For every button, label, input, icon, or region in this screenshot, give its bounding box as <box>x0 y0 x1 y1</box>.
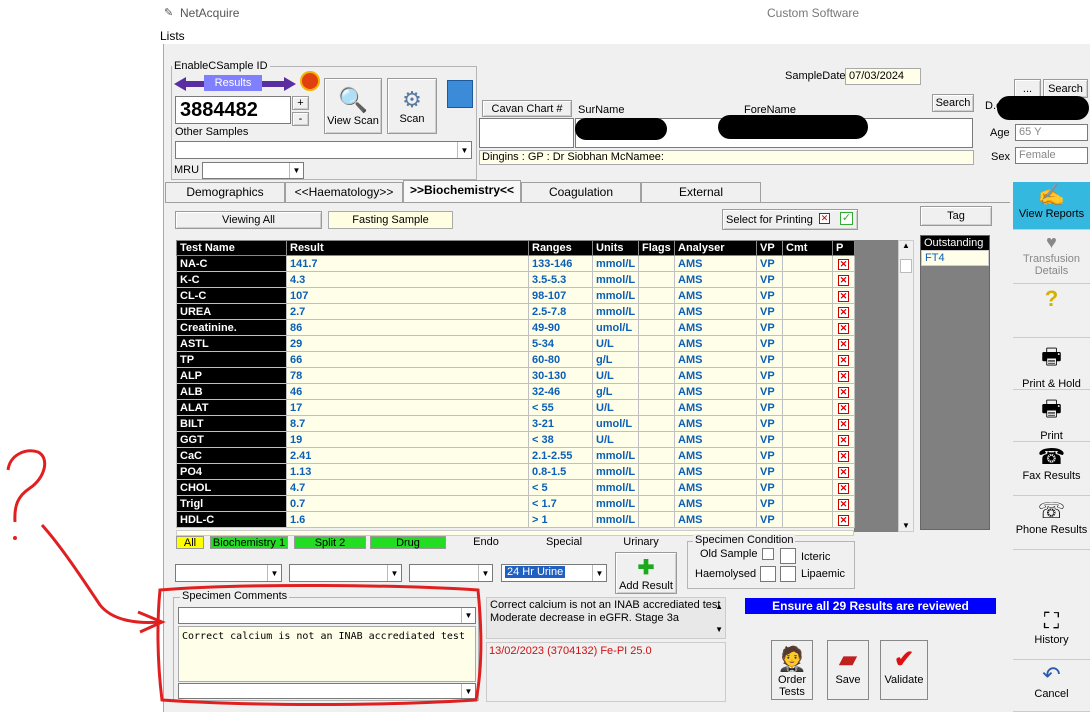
annotation-overlay <box>6 449 483 706</box>
question-mark-stroke <box>6 449 47 523</box>
question-mark-dot <box>13 536 17 540</box>
annotation-outline <box>156 583 483 706</box>
annotation-arrow-line <box>40 523 161 624</box>
